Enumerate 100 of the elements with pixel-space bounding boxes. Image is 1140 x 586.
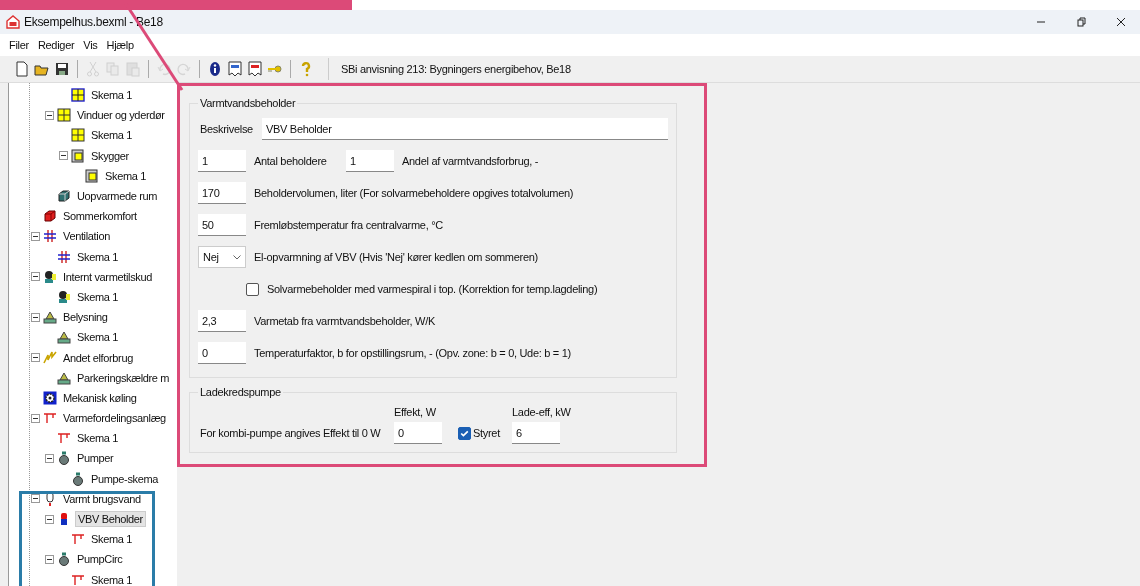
- gear-icon: [43, 390, 57, 405]
- bracket-icon: [71, 572, 85, 586]
- tree-item[interactable]: Skema 1: [89, 128, 134, 143]
- grid-icon: [57, 108, 71, 123]
- collapse-icon[interactable]: [31, 353, 40, 363]
- field-label: El-opvarmning af VBV (Hvis 'Nej' kører kedlen om sommeren): [254, 251, 538, 263]
- pump-icon: [71, 471, 85, 486]
- tree-item[interactable]: Sommerkomfort: [61, 209, 139, 224]
- number-field[interactable]: 1: [198, 150, 246, 172]
- document-icon[interactable]: [247, 61, 263, 77]
- bolt-icon: [43, 350, 57, 365]
- tree-item[interactable]: Skema 1: [75, 249, 120, 264]
- tree-item[interactable]: Mekanisk køling: [61, 390, 139, 405]
- pump-icon: [57, 552, 71, 567]
- field-label: Andel af varmtvandsforbrug, -: [402, 155, 539, 167]
- tree-item[interactable]: Belysning: [61, 310, 110, 325]
- tree-item[interactable]: Pumpe-skema: [89, 471, 161, 486]
- pump-icon: [57, 451, 71, 466]
- checkbox-label: Styret: [473, 427, 500, 439]
- lamp-icon: [43, 310, 57, 325]
- collapse-icon[interactable]: [31, 413, 40, 423]
- tree-item[interactable]: Parkeringskældre m: [75, 370, 172, 385]
- figure-icon: [57, 289, 71, 304]
- field-label: Fremløbstemperatur fra centralvarme, °C: [254, 219, 443, 231]
- group-title: Ladekredspumpe: [199, 386, 282, 398]
- cube-icon: [43, 209, 57, 224]
- checkbox[interactable]: [458, 426, 471, 440]
- grid-icon: [71, 128, 85, 143]
- tree-item[interactable]: Internt varmetilskud: [61, 269, 154, 284]
- number-field[interactable]: 1: [346, 150, 394, 172]
- tree-item[interactable]: Skema 1: [103, 168, 148, 183]
- field-label: Varmetab fra varmtvandsbeholder, W/K: [254, 315, 435, 327]
- number-field[interactable]: 0: [198, 342, 246, 364]
- close-icon[interactable]: [1116, 17, 1126, 27]
- tree-item[interactable]: PumpCirc: [75, 552, 125, 567]
- tree-item[interactable]: Skema 1: [89, 88, 134, 103]
- collapse-icon[interactable]: [45, 453, 54, 463]
- collapse-icon[interactable]: [31, 231, 40, 241]
- tree-item[interactable]: Andet elforbrug: [61, 350, 135, 365]
- tree-item[interactable]: VBV Beholder: [75, 511, 146, 528]
- tree-item[interactable]: Vinduer og yderdør: [75, 108, 167, 123]
- info-icon[interactable]: [207, 61, 223, 77]
- restore-icon[interactable]: [1076, 17, 1086, 27]
- document-icon[interactable]: [227, 61, 243, 77]
- tree-item[interactable]: Varmefordelingsanlæg: [61, 411, 168, 426]
- collapse-icon[interactable]: [45, 554, 54, 564]
- checkbox[interactable]: [246, 282, 259, 296]
- loop-icon: [43, 491, 57, 506]
- frame-icon: [85, 168, 99, 183]
- tree-item[interactable]: Skema 1: [75, 289, 120, 304]
- field-label: Beskrivelse: [199, 123, 254, 135]
- column-label: Effekt, W: [394, 406, 437, 418]
- group-title: Varmtvandsbeholder: [199, 97, 297, 109]
- field-label: Antal beholdere: [254, 155, 328, 167]
- chevron-icon: [233, 254, 241, 260]
- tree-item[interactable]: Skygger: [89, 148, 131, 163]
- tree-item[interactable]: Skema 1: [75, 330, 120, 345]
- field-label: Beholdervolumen, liter (For solvarmebeholdere opgives totalvolumen): [254, 187, 574, 199]
- collapse-icon[interactable]: [45, 110, 54, 120]
- number-field[interactable]: 6: [512, 422, 560, 444]
- tree-item[interactable]: Skema 1: [75, 431, 120, 446]
- note-text: For kombi-pumpe angives Effekt til 0 W: [199, 427, 382, 439]
- tree-item[interactable]: Skema 1: [89, 572, 134, 586]
- app-icon: [6, 15, 20, 29]
- lamp-icon: [57, 370, 71, 385]
- menu-item[interactable]: Rediger: [37, 39, 75, 51]
- collapse-icon[interactable]: [31, 494, 40, 504]
- cross-icon: [57, 249, 71, 264]
- menu-item[interactable]: Filer: [9, 39, 29, 51]
- bracket-icon: [43, 411, 57, 426]
- collapse-icon[interactable]: [31, 312, 40, 322]
- new-file-icon[interactable]: [14, 61, 30, 77]
- grid-icon: [71, 88, 85, 103]
- toolbar-caption: SBi anvisning 213: Bygningers energibehov, Be18: [341, 63, 571, 75]
- field-label: Temperaturfaktor, b for opstillingsrum, - (Opv. zone: b = 0, Ude: b = 1): [254, 347, 571, 359]
- bracket-icon: [71, 532, 85, 547]
- cube-icon: [57, 189, 71, 204]
- number-field[interactable]: 50: [198, 214, 246, 236]
- bracket-icon: [57, 431, 71, 446]
- number-field[interactable]: 0: [394, 422, 442, 444]
- collapse-icon[interactable]: [45, 514, 54, 524]
- number-field[interactable]: 2,3: [198, 310, 246, 332]
- tree-item[interactable]: Skema 1: [89, 532, 134, 547]
- lamp-icon: [57, 330, 71, 345]
- collapse-icon[interactable]: [59, 151, 68, 161]
- figure-icon: [43, 269, 57, 284]
- collapse-icon[interactable]: [31, 272, 40, 282]
- checkbox-label: Solvarmebeholder med varmespiral i top. (Korrektion for temp.lagdeling): [267, 283, 598, 295]
- tree-item[interactable]: Varmt brugsvand: [61, 491, 143, 506]
- tree-item[interactable]: Pumper: [75, 451, 116, 466]
- save-icon[interactable]: [54, 61, 70, 77]
- description-field[interactable]: VBV Beholder: [262, 118, 668, 140]
- menu-item[interactable]: Vis: [83, 39, 98, 51]
- cross-icon: [43, 229, 57, 244]
- number-field[interactable]: 170: [198, 182, 246, 204]
- frame-icon: [71, 148, 85, 163]
- tree-item[interactable]: Ventilation: [61, 229, 112, 244]
- menu-item[interactable]: Hjælp: [106, 39, 134, 51]
- tree-item[interactable]: Uopvarmede rum: [75, 189, 160, 204]
- dropdown[interactable]: Nej: [198, 246, 246, 268]
